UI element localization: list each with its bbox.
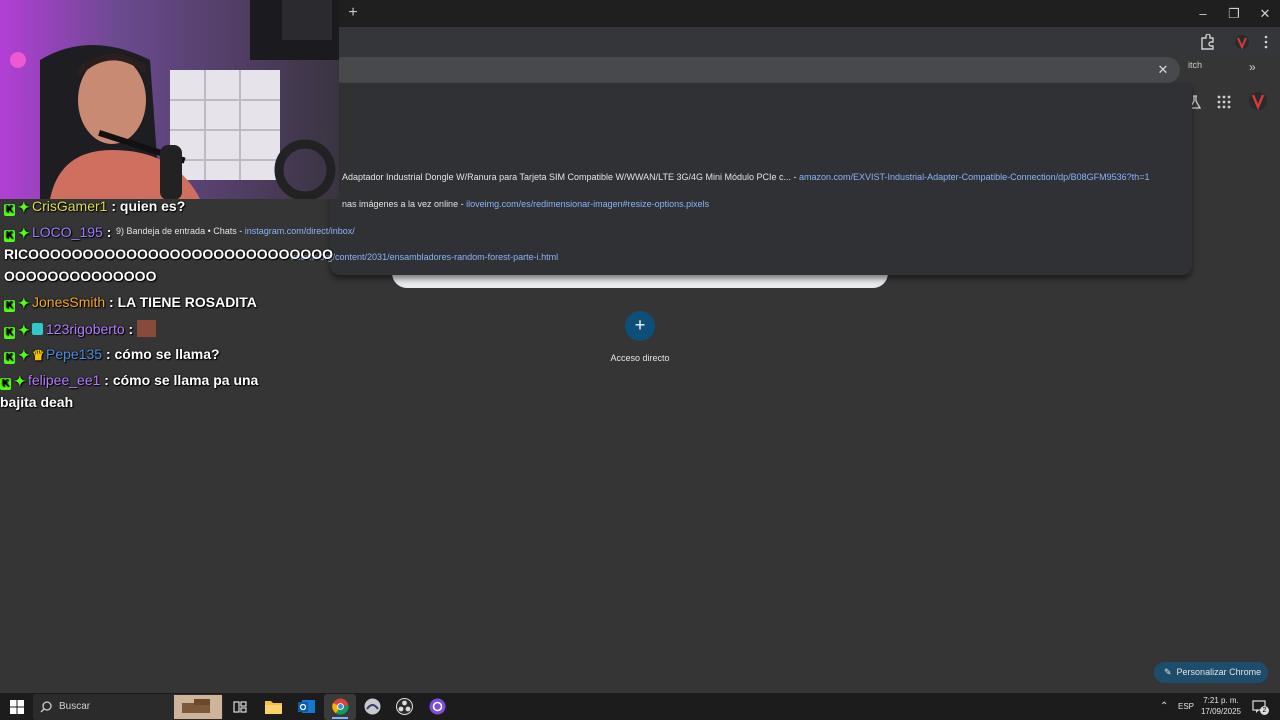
suggestion-item[interactable]: nas imágenes a la vez online - iloveimg.… — [342, 199, 709, 209]
profile-avatar-icon[interactable] — [1233, 34, 1251, 50]
chat-message: K ✦ JonesSmith : LA TIENE ROSADITA — [4, 294, 257, 312]
tray-expand-icon[interactable]: ⌃ — [1160, 701, 1168, 712]
subscriber-badge-icon — [32, 323, 43, 335]
sparkle-badge-icon: ✦ — [18, 347, 30, 363]
suggestion-separator: - — [236, 226, 245, 236]
chat-username: 123rigoberto — [46, 321, 125, 337]
kick-badge-icon: K — [4, 300, 15, 312]
suggestion-separator: - — [791, 172, 800, 182]
chat-username: Pepe135 — [46, 346, 103, 362]
chat-message: K ✦ felipee_ee1 : cómo se llama pa una — [0, 372, 258, 390]
chat-username: LOCO_195 — [32, 224, 103, 240]
clock-date: 17/09/2025 — [1200, 707, 1242, 716]
extensions-icon[interactable] — [1198, 34, 1216, 50]
chat-text: : cómo se llama? — [105, 346, 220, 362]
sparkle-badge-icon: ✦ — [14, 373, 26, 389]
suggestion-url: amazon.com/EXVIST-Industrial-Adapter-Com… — [799, 172, 1150, 182]
chat-message-continued: OOOOOOOOOOOOOO — [4, 268, 157, 284]
kick-badge-icon: K — [0, 378, 11, 390]
chat-username: felipee_ee1 — [28, 372, 101, 388]
bookmark-twitch[interactable]: itch — [1188, 60, 1202, 70]
chat-message: K ✦ ♛Pepe135 : cómo se llama? — [4, 346, 220, 364]
suggestion-title: nas imágenes a la vez online — [342, 199, 459, 209]
chat-text: : — [106, 224, 112, 240]
kick-badge-icon: K — [4, 327, 15, 339]
sparkle-badge-icon: ✦ — [18, 295, 30, 311]
chat-username: JonesSmith — [32, 294, 106, 310]
chat-text: : cómo se llama pa una — [104, 372, 259, 388]
crown-badge-icon: ♛ — [32, 347, 45, 363]
chat-text: : quien es? — [111, 198, 186, 214]
bookmarks-overflow-icon[interactable]: » — [1249, 60, 1256, 74]
chat-username: CrisGamer1 — [32, 198, 108, 214]
search-highlight-icon — [174, 695, 222, 719]
clear-address-icon[interactable]: ✕ — [1155, 62, 1171, 78]
customize-chrome-button[interactable]: ✎ Personalizar Chrome — [1154, 662, 1268, 683]
suggestion-item[interactable]: 9) Bandeja de entrada • Chats - instagra… — [116, 226, 355, 236]
suggestion-title: Adaptador Industrial Dongle W/Ranura par… — [342, 172, 792, 182]
notification-count-badge: 2 — [1260, 706, 1269, 715]
chrome-icon — [332, 698, 349, 715]
sparkle-badge-icon: ✦ — [18, 225, 30, 241]
obs-studio-icon[interactable] — [396, 698, 413, 715]
add-shortcut-label: Acceso directo — [610, 353, 670, 363]
chat-text: : — [128, 321, 134, 337]
search-icon — [40, 701, 52, 713]
new-tab-button[interactable]: + — [344, 4, 362, 22]
chrome-menu-icon[interactable] — [1257, 34, 1275, 50]
task-view-icon[interactable] — [233, 700, 247, 714]
pencil-icon: ✎ — [1164, 667, 1172, 677]
chat-text: : LA TIENE ROSADITA — [109, 294, 257, 310]
outlook-icon[interactable] — [298, 698, 315, 715]
chat-message-continued: bajita deah — [0, 394, 74, 410]
file-explorer-icon[interactable] — [265, 699, 282, 714]
close-window-button[interactable]: ✕ — [1249, 0, 1280, 27]
sparkle-badge-icon: ✦ — [18, 199, 30, 215]
emote-image-icon — [137, 320, 157, 337]
taskbar-clock[interactable]: 7:21 p. m. 17/09/2025 — [1195, 695, 1247, 717]
suggestion-url: iloveimg.com/es/redimensionar-imagen#res… — [466, 199, 710, 209]
windows-start-icon[interactable] — [10, 700, 24, 714]
webcam-overlay — [0, 0, 339, 199]
add-shortcut-button[interactable]: + — [625, 311, 655, 341]
minimize-button[interactable]: – — [1187, 0, 1219, 27]
suggestion-separator: - — [458, 199, 467, 209]
app-taskbar-icon[interactable] — [364, 698, 381, 715]
address-bar[interactable] — [330, 57, 1180, 83]
sparkle-badge-icon: ✦ — [18, 322, 30, 338]
account-avatar-icon[interactable] — [1248, 91, 1268, 111]
kick-badge-icon: K — [4, 230, 15, 242]
kick-badge-icon: K — [4, 204, 15, 216]
chat-app-icon[interactable] — [429, 698, 446, 715]
chrome-active-indicator — [332, 717, 348, 719]
suggestion-title: 9) Bandeja de entrada • Chats — [116, 226, 237, 236]
restore-button[interactable]: ❐ — [1218, 0, 1250, 27]
kick-badge-icon: K — [4, 352, 15, 364]
taskbar-search-placeholder: Buscar — [59, 701, 91, 712]
suggestion-url: instagram.com/direct/inbox/ — [244, 226, 355, 236]
apps-grid-icon[interactable] — [1217, 95, 1231, 109]
suggestion-item[interactable]: Adaptador Industrial Dongle W/Ranura par… — [342, 172, 1149, 182]
chat-message: K ✦ CrisGamer1 : quien es? — [4, 198, 185, 216]
clock-time: 7:21 p. m. — [1203, 696, 1239, 705]
chat-message-continued: RICOOOOOOOOOOOOOOOOOOOOOOOOOOOO — [4, 246, 334, 262]
chat-message: K ✦ LOCO_195 : — [4, 224, 111, 242]
customize-chrome-label: Personalizar Chrome — [1176, 667, 1262, 677]
chat-message: K ✦ 123rigoberto : — [4, 320, 159, 339]
input-language[interactable]: ESP — [1178, 702, 1194, 711]
